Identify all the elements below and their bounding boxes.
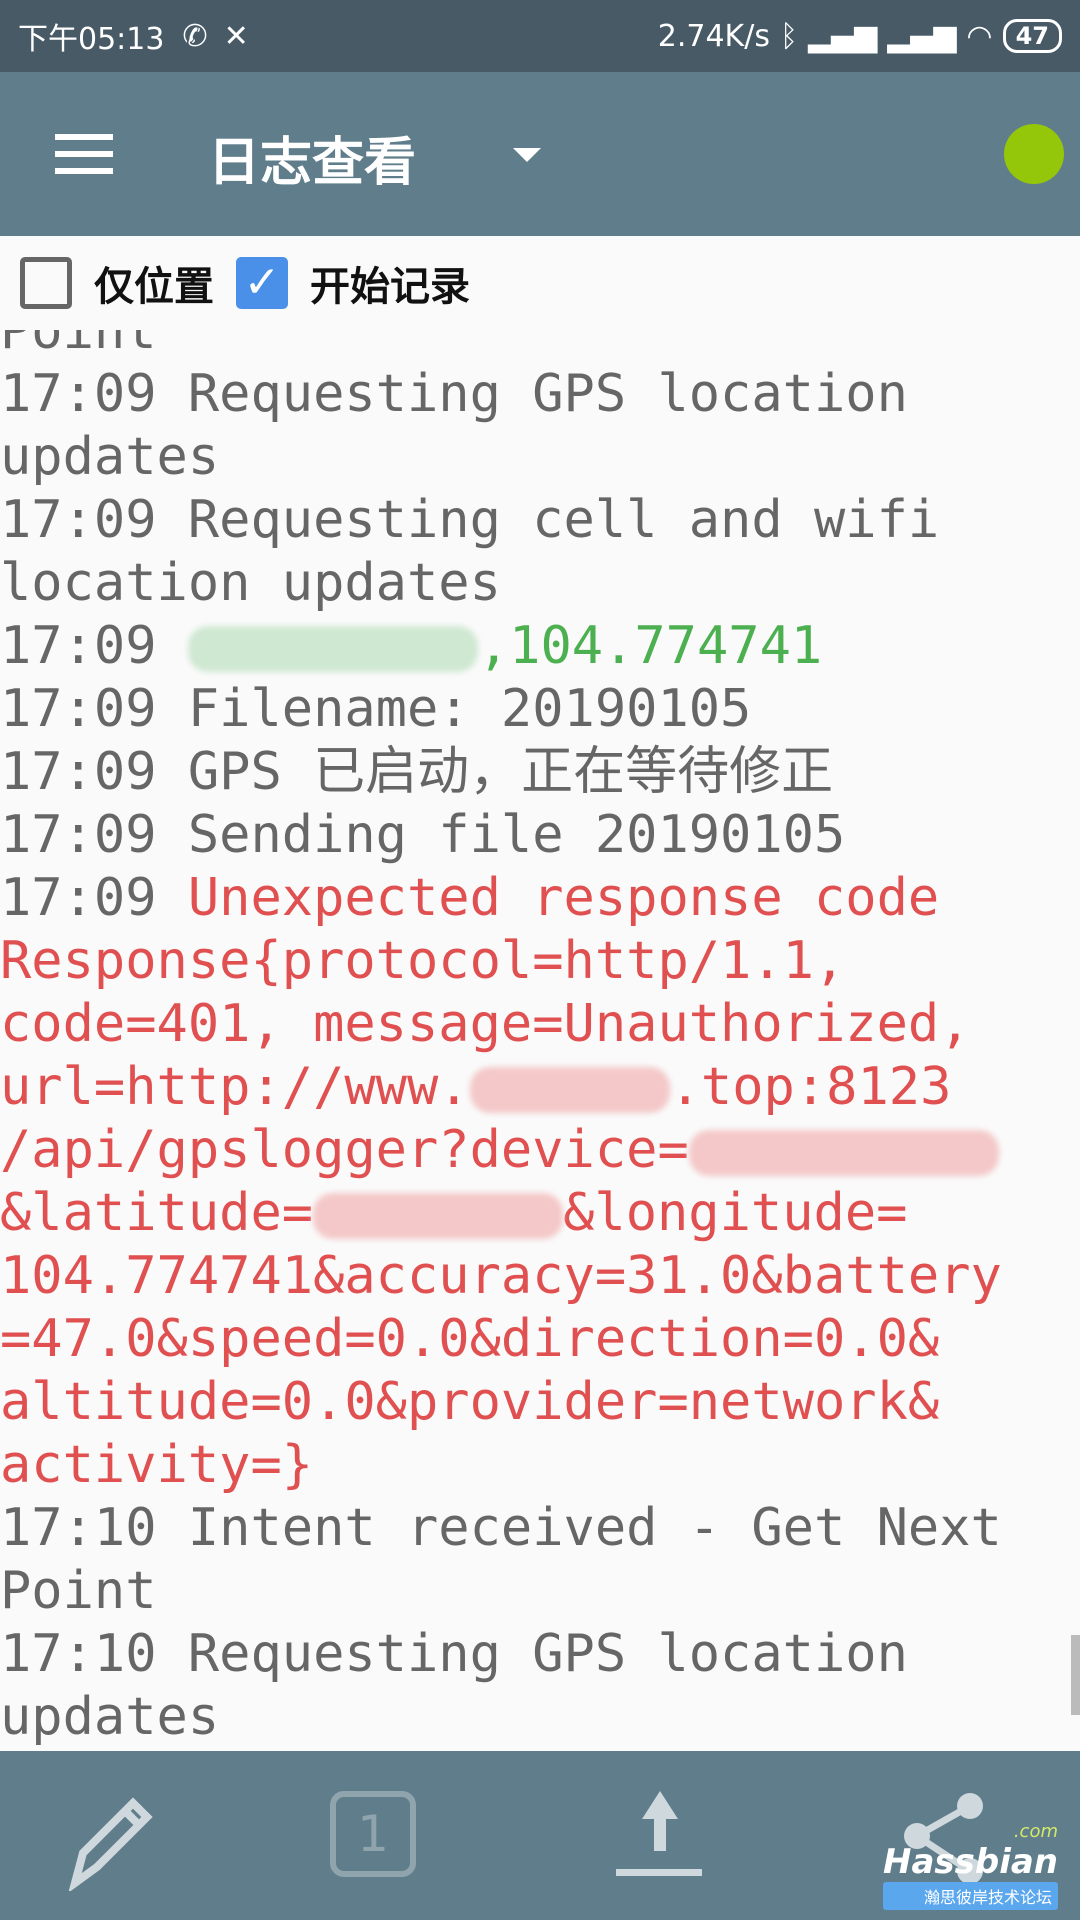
location-only-label[interactable]: 仅位置 — [94, 254, 214, 312]
log-line: activity=} — [0, 1434, 1080, 1497]
call-icon: ✆ — [182, 18, 208, 54]
bluetooth-icon: ᛒ — [779, 18, 798, 54]
start-logging-label[interactable]: 开始记录 — [310, 254, 470, 312]
log-line: 17:09 Filename: 20190105 — [0, 678, 1080, 741]
app-toolbar: 日志查看 — [0, 72, 1080, 236]
page-number-icon: 1 — [330, 1791, 416, 1877]
log-text: .top:8123 — [669, 1057, 952, 1117]
log-line: =47.0&speed=0.0&direction=0.0& — [0, 1308, 1080, 1371]
log-text: &longitude= — [563, 1183, 908, 1243]
log-line: Response{protocol=http/1.1, — [0, 930, 1080, 993]
log-text: 17:09 Sending file 20190105 — [0, 805, 846, 865]
log-text: altitude=0.0&provider=network& — [0, 1372, 940, 1432]
log-view[interactable]: Point 17:09 Requesting GPS location update… — [0, 300, 1080, 1751]
log-line: 17:10 Intent received - Get Next — [0, 1497, 1080, 1560]
log-text: =47.0&speed=0.0&direction=0.0& — [0, 1309, 940, 1369]
log-line: 17:09 Sending file 20190105 — [0, 804, 1080, 867]
redacted-block — [469, 1067, 670, 1113]
signal-icon: ▂▄▆ — [807, 18, 878, 54]
log-text: Point — [0, 1561, 157, 1621]
log-text: /api/gpslogger?device= — [0, 1120, 689, 1180]
log-line: location updates — [0, 552, 1080, 615]
log-text: code=401, message=Unauthorized, — [0, 994, 971, 1054]
status-indicator-dot — [1004, 124, 1064, 184]
page-title[interactable]: 日志查看 — [208, 120, 416, 195]
upload-icon — [616, 1791, 702, 1876]
edit-button[interactable] — [55, 1791, 155, 1893]
log-line: 104.774741&accuracy=31.0&battery — [0, 1245, 1080, 1308]
log-text: 17:09 Requesting cell and wifi — [0, 490, 940, 550]
log-text: activity=} — [0, 1435, 314, 1495]
log-text: Unexpected response code — [187, 868, 940, 928]
log-text: 17:10 Intent received - Get Next — [0, 1498, 1002, 1558]
redacted-block — [313, 1193, 564, 1239]
log-text: updates — [0, 1687, 220, 1747]
log-line: 17:09 Requesting cell and wifi — [0, 489, 1080, 552]
log-time: 17:09 — [0, 616, 188, 676]
redacted-block — [688, 1130, 999, 1176]
log-text: location updates — [0, 553, 501, 613]
log-line: updates — [0, 426, 1080, 489]
log-line: url=http://www. .top:8123 — [0, 1056, 1080, 1119]
upload-button[interactable] — [610, 1791, 710, 1891]
log-line: /api/gpslogger?device= — [0, 1119, 1080, 1182]
log-line: 17:09 Requesting GPS location — [0, 363, 1080, 426]
dropdown-caret-icon[interactable] — [513, 148, 541, 162]
log-line: 17:09 ,104.774741 — [0, 615, 1080, 678]
location-only-checkbox[interactable] — [20, 257, 72, 309]
log-text: url=http://www. — [0, 1057, 470, 1117]
network-speed: 2.74K/s — [657, 18, 770, 54]
bottom-bar: 1 .com Hassbian 瀚思彼岸技术论坛 — [0, 1751, 1080, 1920]
log-line: 17:09 Unexpected response code — [0, 867, 1080, 930]
watermark-logo: .com Hassbian 瀚思彼岸技术论坛 — [882, 1821, 1058, 1910]
log-text: &latitude= — [0, 1183, 314, 1243]
signal-icon-2: ▂▄▆ — [887, 18, 957, 54]
battery-indicator: 47 — [1002, 19, 1062, 53]
log-line: &latitude= &longitude= — [0, 1182, 1080, 1245]
options-row: 仅位置 ✓ 开始记录 — [0, 236, 1080, 330]
scrollbar[interactable] — [1071, 1635, 1080, 1715]
log-text: 17:09 Requesting GPS location — [0, 364, 908, 424]
log-text: 104.774741&accuracy=31.0&battery — [0, 1246, 1002, 1306]
gps-off-icon: ✕ — [223, 18, 249, 54]
log-text: updates — [0, 427, 220, 487]
log-text: Response{protocol=http/1.1, — [0, 931, 846, 991]
log-line: code=401, message=Unauthorized, — [0, 993, 1080, 1056]
status-bar: 下午05:13 ✆ ✕ 2.74K/s ᛒ ▂▄▆ ▂▄▆ ◠ 47 — [0, 0, 1080, 72]
wifi-icon: ◠ — [966, 18, 993, 54]
redacted-block — [187, 626, 478, 672]
log-line: Point — [0, 1560, 1080, 1623]
log-text: ,104.774741 — [477, 616, 823, 676]
log-text: 17:09 Filename: 20190105 — [0, 679, 752, 739]
log-time: 17:09 — [0, 868, 188, 928]
log-text: 17:09 GPS 已启动，正在等待修正 — [0, 742, 834, 802]
log-text: 17:10 Requesting GPS location — [0, 1624, 908, 1684]
log-line: updates — [0, 1686, 1080, 1749]
log-line: 17:10 Requesting GPS location — [0, 1623, 1080, 1686]
status-time: 下午05:13 — [18, 22, 165, 57]
log-line: 17:09 GPS 已启动，正在等待修正 — [0, 741, 1080, 804]
start-logging-checkbox[interactable]: ✓ — [236, 257, 288, 309]
log-line: altitude=0.0&provider=network& — [0, 1371, 1080, 1434]
menu-icon[interactable] — [55, 134, 113, 174]
pencil-icon — [68, 1797, 153, 1893]
page-button[interactable]: 1 — [330, 1791, 430, 1891]
